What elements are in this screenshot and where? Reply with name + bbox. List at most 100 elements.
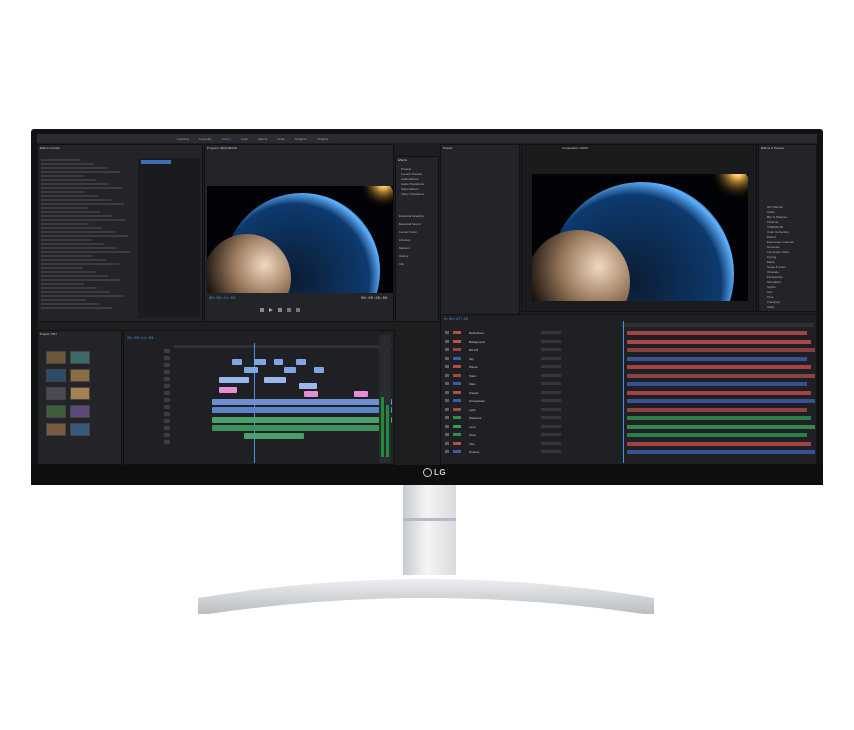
workspace-tab[interactable]: Libraries (317, 137, 329, 141)
track-toggle[interactable] (164, 384, 170, 388)
ae-effect-category[interactable]: Perspective (767, 275, 783, 279)
ae-layer-mode-select[interactable] (541, 356, 561, 360)
media-thumbnail[interactable] (70, 351, 90, 364)
ae-layer-visibility-icon[interactable] (445, 339, 449, 343)
ae-layer-visibility-icon[interactable] (445, 356, 449, 360)
timeline-clip[interactable] (244, 367, 258, 373)
ae-layer-visibility-icon[interactable] (445, 365, 449, 368)
effect-property-row[interactable] (41, 219, 126, 221)
ae-layer-mode-select[interactable] (541, 348, 561, 351)
effect-property-row[interactable] (41, 187, 122, 189)
timeline-clip[interactable] (254, 359, 266, 365)
ae-layer-bar[interactable] (627, 339, 811, 344)
ae-layer-mode-select[interactable] (541, 416, 561, 419)
workspace-tab[interactable]: Editing (222, 137, 231, 141)
ae-effect-category[interactable]: Keying (767, 255, 776, 259)
effect-property-row[interactable] (41, 175, 83, 177)
effect-property-row[interactable] (41, 239, 91, 241)
workspace-tab[interactable]: Graphics (295, 137, 307, 141)
ae-layer-bar[interactable] (627, 424, 815, 429)
effect-property-row[interactable] (41, 231, 115, 233)
effect-property-row[interactable] (41, 191, 85, 193)
effect-property-row[interactable] (41, 199, 111, 201)
panel-tab-item[interactable]: Essential Sound (399, 222, 421, 226)
ae-layer-name[interactable]: Glow (469, 433, 476, 437)
ae-layer-visibility-icon[interactable] (445, 441, 449, 445)
ae-layer-mode-select[interactable] (541, 390, 561, 394)
effect-property-row[interactable] (41, 195, 98, 197)
ae-layer-name[interactable]: Flare (469, 382, 476, 386)
effects-folder-item[interactable]: Video Transitions (401, 192, 424, 196)
effect-property-row[interactable] (41, 223, 89, 225)
track-toggle[interactable] (164, 405, 170, 409)
timeline-clip[interactable] (296, 359, 306, 365)
effect-property-row[interactable] (41, 211, 100, 213)
effect-property-row[interactable] (41, 279, 121, 281)
track-toggle[interactable] (164, 419, 170, 423)
effect-property-row[interactable] (41, 243, 104, 245)
effect-property-row[interactable] (41, 163, 94, 165)
media-thumbnail[interactable] (70, 405, 90, 418)
track-toggle[interactable] (164, 356, 170, 360)
effect-property-row[interactable] (41, 255, 93, 257)
effect-property-row[interactable] (41, 307, 112, 309)
panel-tab-item[interactable]: Essential Graphics (399, 214, 424, 218)
ae-layer-bar[interactable] (627, 373, 815, 378)
ae-layer-visibility-icon[interactable] (445, 373, 449, 377)
timeline-clip[interactable] (244, 433, 304, 439)
ae-layer-bar[interactable] (627, 407, 807, 412)
media-thumbnail[interactable] (46, 423, 66, 436)
media-thumbnail[interactable] (70, 423, 90, 436)
ae-effect-category[interactable]: CINEMA 4D (767, 225, 783, 229)
ae-effect-category[interactable]: Text (767, 290, 773, 294)
ae-layer-mode-select[interactable] (541, 433, 561, 436)
ae-layer-visibility-icon[interactable] (445, 424, 449, 428)
ae-effect-category[interactable]: 3D Channel (767, 205, 783, 209)
effect-property-row[interactable] (41, 271, 95, 273)
ae-layer-name[interactable]: Overlay (469, 450, 479, 454)
ae-layer-mode-select[interactable] (541, 407, 561, 411)
effects-folder-item[interactable]: Video Effects (401, 187, 419, 191)
ae-layer-name[interactable]: Background (469, 340, 485, 344)
ae-layer-visibility-icon[interactable] (445, 390, 449, 394)
effects-folder-item[interactable]: Audio Effects (401, 177, 419, 181)
export-frame-icon[interactable] (296, 308, 300, 312)
ae-layer-bar[interactable] (627, 356, 807, 361)
timeline-clip[interactable] (212, 425, 382, 431)
effects-folder-item[interactable]: Presets (401, 167, 411, 171)
ae-playhead[interactable] (623, 321, 624, 463)
loop-icon[interactable] (287, 308, 291, 312)
ae-effect-category[interactable]: Channel (767, 220, 778, 224)
track-toggle[interactable] (164, 377, 170, 381)
panel-tab-item[interactable]: Libraries (399, 238, 411, 242)
ae-layer-mode-select[interactable] (541, 424, 561, 428)
ae-layer-name[interactable]: Clouds (469, 391, 478, 395)
ae-effect-category[interactable]: Stylize (767, 285, 776, 289)
ae-layer-visibility-icon[interactable] (445, 348, 449, 351)
timeline-clip[interactable] (284, 367, 296, 373)
track-toggle[interactable] (164, 426, 170, 430)
timeline-clip[interactable] (219, 377, 249, 383)
ae-layer-mode-select[interactable] (541, 399, 561, 402)
media-thumbnail[interactable] (46, 387, 66, 400)
effect-property-row[interactable] (41, 235, 128, 237)
timeline-clip[interactable] (212, 417, 392, 423)
effect-property-row[interactable] (41, 247, 117, 249)
timeline-ruler[interactable] (174, 345, 392, 348)
effect-property-row[interactable] (41, 267, 82, 269)
ae-effect-category[interactable]: Time (767, 295, 774, 299)
effect-property-row[interactable] (41, 259, 106, 261)
ae-layer-name[interactable]: BG Fill (469, 348, 478, 352)
ae-layer-mode-select[interactable] (541, 373, 561, 377)
effects-folder-item[interactable]: Lumetri Presets (401, 172, 422, 176)
ae-layer-bar[interactable] (627, 441, 811, 446)
timeline-clip[interactable] (219, 387, 237, 393)
ae-effect-category[interactable]: Generate (767, 245, 780, 249)
effect-property-row[interactable] (41, 291, 110, 293)
ae-effect-category[interactable]: Utility (767, 305, 774, 309)
effect-property-row[interactable] (41, 275, 108, 277)
media-thumbnail[interactable] (70, 387, 90, 400)
ae-layer-visibility-icon[interactable] (445, 407, 449, 411)
timeline-clip[interactable] (299, 383, 317, 389)
ae-layer-mode-select[interactable] (541, 450, 561, 453)
